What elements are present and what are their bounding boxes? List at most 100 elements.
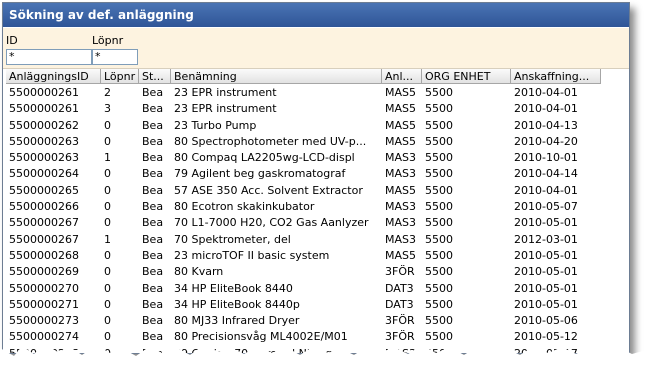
table-cell: DAT3 <box>385 297 414 311</box>
table-row[interactable]: 5500000267 1 Bea 70 Spektrometer, del MAS3 55… <box>6 232 628 248</box>
table-cell: Bea <box>142 248 164 262</box>
table-body: 5500000261 2 Bea 23 EPR instrument MAS5 5500 2… <box>6 85 628 353</box>
table-cell: 23 Turbo Pump <box>174 118 257 132</box>
table-row[interactable]: 5500000261 3 Bea 23 EPR instrument MAS5 5500 2… <box>6 101 628 117</box>
table-cell: 3FÖR <box>385 265 415 279</box>
table-cell: 2010-04-01 <box>514 102 578 116</box>
table-cell: MAS3 <box>385 151 416 165</box>
table-cell: MAS5 <box>385 134 416 148</box>
table-cell: 5500000262 <box>9 118 79 132</box>
table-cell: 5500000265 <box>9 183 79 197</box>
table-cell: 5500 <box>425 167 453 181</box>
table-cell: 23 EPR instrument <box>174 102 277 116</box>
id-filter-label: ID <box>6 34 18 47</box>
table-cell: MAS5 <box>385 118 416 132</box>
table-cell: 2010-05-07 <box>514 200 578 214</box>
id-filter-input[interactable]: * <box>6 49 92 65</box>
table-cell: 2010-04-01 <box>514 183 578 197</box>
table-cell: 5500000264 <box>9 167 79 181</box>
table-cell: MAS3 <box>385 216 416 230</box>
table-row[interactable]: 5500000270 0 Bea 34 HP EliteBook 8440 DAT3 55… <box>6 281 628 297</box>
table-cell: 70 L1-7000 H20, CO2 Gas Aanlyzer <box>174 216 369 230</box>
table-cell: 5500000270 <box>9 281 79 295</box>
table-row[interactable]: 5500000264 0 Bea 79 Agilent beg gaskromatog… <box>6 166 628 182</box>
table-cell: MAS3 <box>385 232 416 246</box>
table-row[interactable]: 5500000266 0 Bea 80 Ecotron skakinkubator MA… <box>6 199 628 215</box>
results-table: AnläggningsID Löpnr St... Benämning Anl... OR… <box>6 69 628 353</box>
table-cell: 2010-05-01 <box>514 265 578 279</box>
table-cell: 5500 <box>425 232 453 246</box>
table-cell: 5500 <box>425 265 453 279</box>
table-cell: 80 Ecotron skakinkubator <box>174 200 315 214</box>
table-cell: 0 <box>104 118 111 132</box>
table-cell: 1 <box>104 151 111 165</box>
table-cell: 5500 <box>425 200 453 214</box>
table-row[interactable]: 5500000265 0 Bea 57 ASE 350 Acc. Solvent Ex… <box>6 183 628 199</box>
table-row[interactable]: 5500000271 0 Bea 34 HP EliteBook 8440p DAT3 5… <box>6 297 628 313</box>
table-cell: 5500 <box>425 314 453 328</box>
table-row[interactable]: 5500000268 0 Bea 23 microTOF II basic syste… <box>6 248 628 264</box>
column-header[interactable]: Benämning <box>171 69 382 84</box>
table-cell: 5500 <box>425 281 453 295</box>
table-row[interactable]: 5500000263 1 Bea 80 Compaq LA2205wg-LCD-dis… <box>6 150 628 166</box>
table-cell: 5500000273 <box>9 314 79 328</box>
torn-edge-decoration <box>0 344 654 368</box>
table-row[interactable]: 5500000267 0 Bea 70 L1-7000 H20, CO2 Gas Aa… <box>6 215 628 231</box>
table-cell: Bea <box>142 86 164 99</box>
table-cell: 5500000268 <box>9 248 79 262</box>
search-window: Sökning av def. anläggning ID * Löpnr * … <box>2 2 630 354</box>
table-cell: 0 <box>104 265 111 279</box>
table-cell: 5500000269 <box>9 265 79 279</box>
table-cell: Bea <box>142 134 164 148</box>
table-row[interactable]: 5500000269 0 Bea 80 Kvarn 3FÖR 5500 2010-05-01 <box>6 264 628 280</box>
column-header[interactable]: Anskaffning... <box>511 69 601 84</box>
table-cell: Bea <box>142 118 164 132</box>
table-row[interactable]: 5500000262 0 Bea 23 Turbo Pump MAS5 5500 2010-… <box>6 118 628 134</box>
table-cell: 5500 <box>425 248 453 262</box>
table-row[interactable]: 5500000261 2 Bea 23 EPR instrument MAS5 5500 2… <box>6 85 628 101</box>
table-cell: 57 ASE 350 Acc. Solvent Extractor <box>174 183 363 197</box>
table-cell: 0 <box>104 167 111 181</box>
column-header[interactable]: Löpnr <box>101 69 139 84</box>
table-cell: Bea <box>142 297 164 311</box>
table-cell: 2 <box>104 86 111 99</box>
table-cell: 5500000267 <box>9 232 79 246</box>
lopnr-filter-label: Löpnr <box>92 34 124 47</box>
table-cell: 2010-04-20 <box>514 134 578 148</box>
table-cell: 79 Agilent beg gaskromatograf <box>174 167 346 181</box>
table-cell: 2010-04-14 <box>514 167 578 181</box>
table-cell: 3FÖR <box>385 314 415 328</box>
table-cell: 2010-05-06 <box>514 314 578 328</box>
table-cell: 2012-03-01 <box>514 232 578 246</box>
column-header[interactable]: AnläggningsID <box>6 69 101 84</box>
column-header[interactable]: ORG ENHET <box>422 69 511 84</box>
table-cell: Bea <box>142 216 164 230</box>
table-cell: 2010-04-01 <box>514 86 578 99</box>
lopnr-filter-input[interactable]: * <box>92 49 138 65</box>
table-cell: Bea <box>142 200 164 214</box>
table-cell: MAS3 <box>385 200 416 214</box>
table-row[interactable]: 5500000263 0 Bea 80 Spectrophotometer med U… <box>6 134 628 150</box>
table-cell: 5500 <box>425 134 453 148</box>
table-cell: 1 <box>104 232 111 246</box>
table-cell: 5500 <box>425 118 453 132</box>
column-header[interactable]: Anl... <box>382 69 422 84</box>
table-cell: Bea <box>142 281 164 295</box>
table-cell: 0 <box>104 248 111 262</box>
column-header[interactable]: St... <box>139 69 171 84</box>
table-cell: Bea <box>142 183 164 197</box>
table-cell: 23 EPR instrument <box>174 86 277 99</box>
table-cell: 5500000261 <box>9 86 79 99</box>
table-cell: 70 Spektrometer, del <box>174 232 291 246</box>
table-cell: 5500 <box>425 151 453 165</box>
table-cell: 5500000271 <box>9 297 79 311</box>
table-cell: MAS5 <box>385 102 416 116</box>
table-cell: 5500 <box>425 183 453 197</box>
table-cell: 5500000261 <box>9 102 79 116</box>
table-cell: 2010-05-01 <box>514 248 578 262</box>
table-cell: Bea <box>142 232 164 246</box>
table-cell: 80 Kvarn <box>174 265 224 279</box>
table-row[interactable]: 5500000273 0 Bea 80 MJ33 Infrared Dryer 3FÖR… <box>6 313 628 329</box>
table-cell: 2010-05-01 <box>514 297 578 311</box>
table-cell: 0 <box>104 297 111 311</box>
